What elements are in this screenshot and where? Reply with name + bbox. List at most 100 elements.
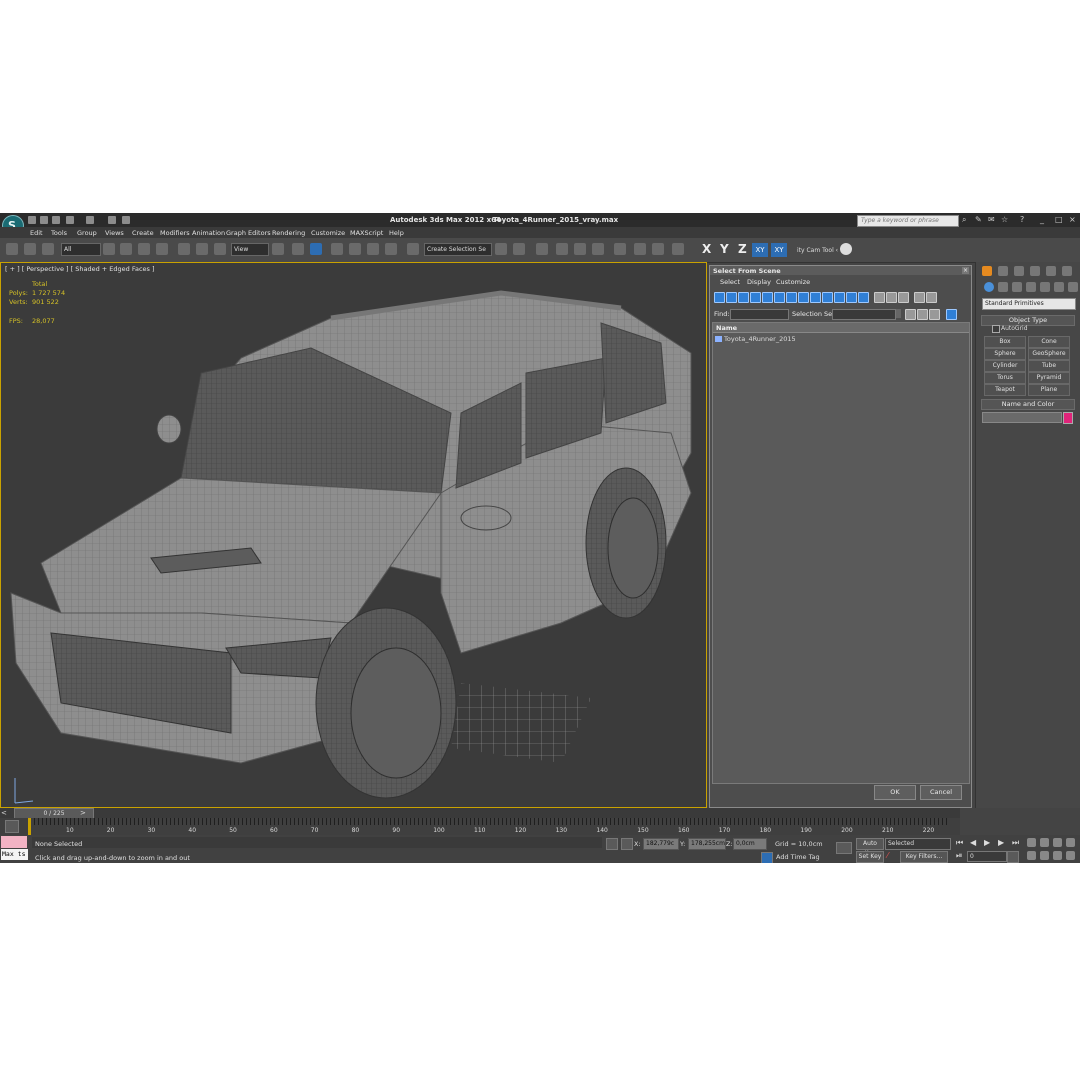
maximize-viewport-icon[interactable] [1066,851,1075,860]
space-warps-category-icon[interactable] [1054,282,1064,292]
graphite-ribbon-icon[interactable] [556,243,568,255]
maximize-icon[interactable]: □ [1055,216,1063,224]
window-crossing-icon[interactable] [156,243,168,255]
filter-space-warps-icon[interactable] [774,292,785,303]
project-folder-icon[interactable] [108,216,116,224]
bind-space-warp-icon[interactable] [42,243,54,255]
x-coord-field[interactable]: 182,779c [643,838,679,850]
layer-manager-icon[interactable] [536,243,548,255]
filter-bones-icon[interactable] [810,292,821,303]
axis-x-button[interactable]: X [702,242,711,256]
material-editor-icon[interactable] [614,243,626,255]
display-none-icon[interactable] [874,292,885,303]
undo-icon[interactable] [66,216,74,224]
zoom-icon[interactable] [1027,838,1036,847]
selection-set-dropdown[interactable] [832,309,896,320]
systems-category-icon[interactable] [1068,282,1078,292]
dialog-title-bar[interactable]: Select From Scene × [710,266,971,275]
object-name-field[interactable] [982,412,1062,423]
select-by-name-icon[interactable] [120,243,132,255]
move-icon[interactable] [178,243,190,255]
spinner-snap-icon[interactable] [385,243,397,255]
time-configuration-icon[interactable] [1007,851,1019,863]
display-tab-icon[interactable] [1046,266,1056,276]
menu-maxscript[interactable]: MAXScript [350,229,383,237]
save-file-icon[interactable] [52,216,60,224]
chevron-down-icon[interactable] [896,309,901,318]
dialog-menu-select[interactable]: Select [720,278,740,286]
reference-coordinate-dropdown[interactable]: View [231,243,269,256]
menu-create[interactable]: Create [132,229,154,237]
select-invert-icon[interactable] [929,309,940,320]
named-selection-set-dropdown[interactable]: Create Selection Se [424,243,492,256]
display-invert-icon[interactable] [886,292,897,303]
perspective-viewport[interactable]: [ + ] [ Perspective ] [ Shaded + Edged F… [0,262,707,808]
teapot-button[interactable]: Teapot [984,384,1026,396]
search-icon[interactable]: ⌕ [962,216,970,224]
advanced-filter-icon[interactable] [926,292,937,303]
selection-filter-dropdown[interactable]: All [61,243,101,256]
select-none-icon[interactable] [917,309,928,320]
subscription-icon[interactable]: ✎ [975,216,983,224]
cylinder-button[interactable]: Cylinder [984,360,1026,372]
plane-button[interactable]: Plane [1028,384,1070,396]
sync-selection-icon[interactable] [946,309,957,320]
geosphere-button[interactable]: GeoSphere [1028,348,1070,360]
time-tag-icon[interactable] [761,852,773,863]
object-color-swatch[interactable] [1063,412,1073,424]
rendered-frame-window-icon[interactable] [652,243,664,255]
select-object-icon[interactable] [103,243,115,255]
find-input[interactable] [730,309,789,320]
current-frame-field[interactable]: 0 [967,851,1007,862]
menu-graph-editors[interactable]: Graph Editors [226,229,271,237]
next-frame-icon[interactable]: ▶ [998,838,1004,847]
menu-rendering[interactable]: Rendering [272,229,305,237]
add-time-tag-button[interactable]: Add Time Tag [776,853,820,861]
filter-containers-icon[interactable] [822,292,833,303]
edit-named-selection-icon[interactable] [407,243,419,255]
scale-icon[interactable] [214,243,226,255]
communication-icon[interactable]: ✉ [988,216,996,224]
time-slider[interactable]: < 0 / 225 > [0,808,960,819]
mirror-icon[interactable] [495,243,507,255]
go-to-end-icon[interactable]: ⏭ [1012,838,1019,848]
menu-customize[interactable]: Customize [311,229,345,237]
set-key-icon[interactable] [836,842,852,854]
orbit-icon[interactable] [1053,851,1062,860]
z-coord-field[interactable]: 0,0cm [733,838,767,850]
schematic-view-icon[interactable] [592,243,604,255]
dialog-menu-customize[interactable]: Customize [776,278,810,286]
select-all-icon[interactable] [905,309,916,320]
lights-category-icon[interactable] [1012,282,1022,292]
filter-shapes-icon[interactable] [726,292,737,303]
zoom-all-icon[interactable] [1040,838,1049,847]
snaps-toggle-icon[interactable] [331,243,343,255]
menu-group[interactable]: Group [77,229,97,237]
cancel-button[interactable]: Cancel [920,785,962,800]
minimize-icon[interactable]: _ [1040,216,1048,224]
new-file-icon[interactable] [28,216,36,224]
percent-snap-icon[interactable] [367,243,379,255]
rectangular-selection-icon[interactable] [138,243,150,255]
name-and-color-rollout[interactable]: Name and Color [981,399,1075,410]
torus-button[interactable]: Torus [984,372,1026,384]
menu-tools[interactable]: Tools [51,229,67,237]
unlink-icon[interactable] [24,243,36,255]
rotate-icon[interactable] [196,243,208,255]
modify-tab-icon[interactable] [998,266,1008,276]
menu-views[interactable]: Views [105,229,124,237]
create-tab-icon[interactable] [982,266,992,276]
cone-button[interactable]: Cone [1028,336,1070,348]
filter-hidden-icon[interactable] [846,292,857,303]
geometry-category-icon[interactable] [984,282,994,292]
filter-cameras-icon[interactable] [750,292,761,303]
open-file-icon[interactable] [40,216,48,224]
field-of-view-icon[interactable] [1027,851,1036,860]
menu-edit[interactable]: Edit [30,229,43,237]
auto-key-button[interactable]: Auto Key [856,838,884,857]
menu-animation[interactable]: Animation [192,229,225,237]
track-bar[interactable]: 10 20 30 40 50 60 70 80 90 100 110 120 130 140 150 160 1… [0,818,960,835]
sphere-button[interactable]: Sphere [984,348,1026,360]
filter-frozen-icon[interactable] [834,292,845,303]
time-slider-right-icon[interactable]: > [80,809,86,817]
